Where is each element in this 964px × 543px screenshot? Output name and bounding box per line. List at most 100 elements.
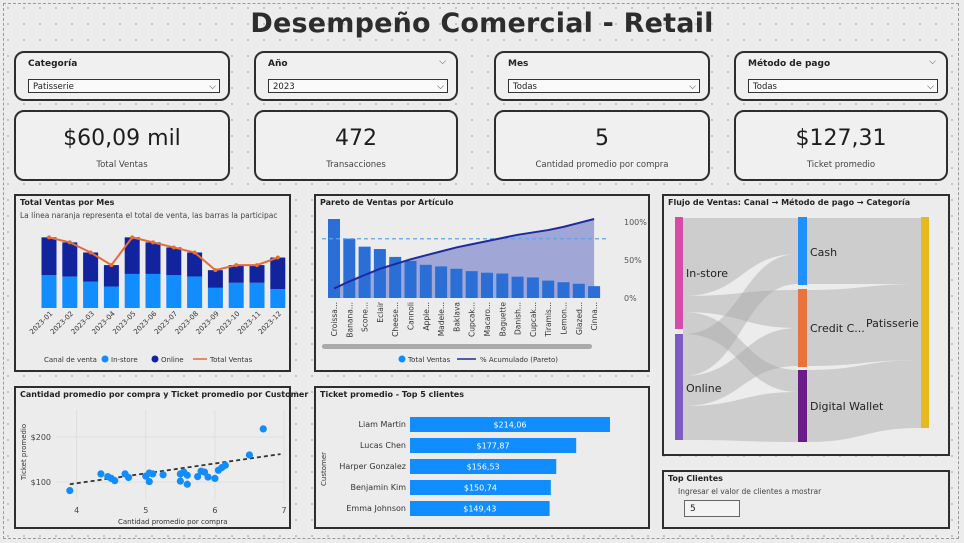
total-ventas-point[interactable] [88, 250, 93, 255]
chevron-down-icon[interactable]: ⌵ [689, 80, 696, 94]
total-ventas-point[interactable] [234, 263, 239, 268]
bar-online[interactable] [228, 265, 244, 283]
pareto-bar[interactable] [511, 276, 524, 298]
total-ventas-point[interactable] [67, 240, 72, 245]
metodo-pago-dropdown[interactable]: Todas ⌵ [748, 79, 938, 93]
bar-instore[interactable] [249, 282, 265, 308]
bar-online[interactable] [207, 270, 223, 288]
pareto-bar[interactable] [419, 264, 432, 298]
scatter-point[interactable] [259, 425, 267, 433]
bar-instore[interactable] [62, 276, 78, 308]
node-instore[interactable] [675, 217, 683, 329]
bar-instore[interactable] [83, 281, 99, 308]
chevron-down-icon[interactable]: ⌵ [929, 57, 936, 67]
scatter-point[interactable] [124, 473, 133, 482]
sankey-chart[interactable]: In-store Online Cash Credit C... Digital… [664, 196, 948, 454]
slicer-anio[interactable]: Año ⌵ 2023 ⌵ [254, 51, 458, 101]
bar-instore[interactable] [103, 286, 119, 308]
bar-instore[interactable] [228, 282, 244, 308]
scatter-point[interactable] [159, 471, 167, 479]
sankey-panel[interactable]: Flujo de Ventas: Canal → Método de pago … [662, 194, 950, 456]
scatter-point[interactable] [145, 477, 153, 486]
bar-online[interactable] [41, 237, 57, 276]
scrollbar-thumb[interactable] [322, 344, 592, 349]
scatter-point[interactable] [111, 477, 119, 485]
scatter-chart[interactable]: 4 5 6 7 $200 $100 Ticket promedio Cantidad pr… [16, 388, 289, 527]
node-patisserie[interactable] [921, 217, 929, 428]
bar-instore[interactable] [166, 275, 182, 308]
slicer-mes[interactable]: Mes Todas ⌵ [494, 51, 710, 101]
scatter-point[interactable] [66, 486, 74, 495]
scatter-point[interactable] [183, 471, 191, 479]
bar-instore[interactable] [270, 289, 286, 308]
pareto-bar[interactable] [465, 271, 478, 298]
pareto-bar[interactable] [343, 238, 356, 298]
pareto-panel[interactable]: Pareto de Ventas por Artículo Croissa...… [314, 194, 650, 372]
slicer-metodo-pago[interactable]: Método de pago ⌵ Todas ⌵ [734, 51, 948, 101]
chevron-down-icon[interactable]: ⌵ [209, 80, 216, 94]
total-ventas-point[interactable] [151, 240, 155, 245]
bar-instore[interactable] [41, 275, 57, 308]
pareto-bar[interactable] [404, 260, 417, 298]
chevron-down-icon[interactable]: ⌵ [927, 80, 934, 94]
pareto-bar[interactable] [526, 277, 539, 298]
scatter-point[interactable] [204, 473, 212, 481]
dropdown-value: Todas [753, 82, 777, 92]
total-ventas-point[interactable] [275, 255, 280, 260]
top5-chart[interactable]: Liam Martin $214,06 Lucas Chen $177,87 Harpe… [316, 388, 648, 527]
scatter-panel[interactable]: Cantidad promedio por compra y Ticket pr… [14, 386, 308, 529]
pareto-bar[interactable] [557, 282, 570, 298]
total-ventas-point[interactable] [109, 263, 114, 268]
scatter-point[interactable] [183, 480, 191, 488]
pareto-bar[interactable] [572, 283, 585, 298]
pareto-bar[interactable] [496, 273, 509, 298]
bar-instore[interactable] [207, 287, 223, 308]
kpi-cantidad-promedio: 5 Cantidad promedio por compra [494, 110, 710, 181]
bar-online[interactable] [270, 257, 286, 290]
pareto-bar[interactable] [435, 266, 448, 298]
pareto-bar[interactable] [588, 286, 601, 298]
bar-instore[interactable] [187, 276, 203, 308]
total-ventas-point[interactable] [192, 250, 197, 255]
pareto-chart[interactable]: Croissa... Banana... Scone... Eclair Cheese.… [316, 196, 648, 370]
node-digital-wallet[interactable] [798, 370, 807, 442]
pareto-bar[interactable] [373, 249, 386, 298]
total-ventas-point[interactable] [130, 235, 135, 240]
node-credit[interactable] [798, 289, 807, 367]
scatter-point[interactable] [149, 470, 157, 478]
bar-online[interactable] [166, 247, 182, 276]
monthly-chart[interactable]: 2023-012023-022023-032023-042023-052023-… [16, 196, 289, 370]
scatter-point[interactable] [176, 477, 184, 485]
scatter-point[interactable] [97, 470, 105, 478]
total-ventas-point[interactable] [47, 235, 51, 240]
pareto-bar[interactable] [481, 272, 493, 298]
bar-instore[interactable] [124, 273, 140, 308]
chevron-down-icon[interactable]: ⌵ [437, 80, 444, 94]
bar-online[interactable] [249, 265, 265, 283]
categoria-dropdown[interactable]: Patisserie ⌵ [28, 79, 220, 93]
x-tick-label: 6 [212, 506, 217, 515]
mes-dropdown[interactable]: Todas ⌵ [508, 79, 700, 93]
total-ventas-point[interactable] [213, 268, 218, 273]
node-online[interactable] [675, 334, 683, 440]
pareto-bar[interactable] [542, 280, 555, 298]
node-cash[interactable] [798, 217, 807, 285]
total-ventas-point[interactable] [171, 245, 176, 250]
scatter-point[interactable] [221, 461, 229, 469]
bar-online[interactable] [62, 242, 78, 277]
scatter-point[interactable] [211, 474, 219, 482]
anio-dropdown[interactable]: 2023 ⌵ [268, 79, 448, 93]
pareto-bar[interactable] [450, 268, 463, 298]
top-clients-input[interactable]: 5 [684, 500, 740, 517]
monthly-sales-panel[interactable]: Total Ventas por Mes La línea naranja re… [14, 194, 291, 372]
x-axis-label: Cantidad promedio por compra [118, 518, 228, 526]
chevron-down-icon[interactable]: ⌵ [439, 57, 446, 67]
kpi-total-ventas: $60,09 mil Total Ventas [14, 110, 230, 181]
slicer-categoria[interactable]: Categoría Patisserie ⌵ [14, 51, 230, 101]
bar-online[interactable] [145, 242, 161, 274]
bar-online[interactable] [103, 265, 119, 287]
scatter-point[interactable] [245, 451, 254, 459]
bar-instore[interactable] [145, 273, 161, 308]
top5-panel[interactable]: Ticket promedio - Top 5 clientes Liam Ma… [314, 386, 650, 529]
total-ventas-point[interactable] [255, 263, 259, 268]
